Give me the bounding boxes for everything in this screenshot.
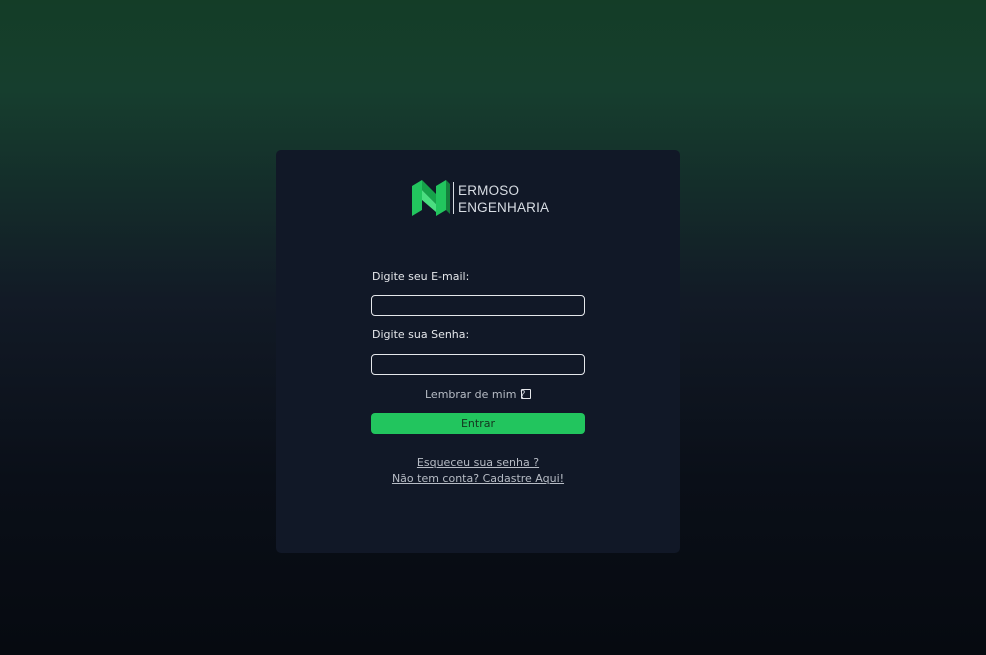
signup-link[interactable]: Não tem conta? Cadastre Aqui! <box>276 472 680 485</box>
logo-line-1: ERMOSO <box>458 183 520 198</box>
logo: ERMOSO ENGENHARIA <box>412 180 552 216</box>
logo-text: ERMOSO ENGENHARIA <box>458 182 549 216</box>
remember-me-label: Lembrar de mim ? <box>425 388 526 401</box>
password-label: Digite sua Senha: <box>372 328 470 341</box>
logo-line-2: ENGENHARIA <box>458 200 550 215</box>
email-label: Digite seu E-mail: <box>372 270 470 283</box>
login-button[interactable]: Entrar <box>371 413 585 434</box>
remember-me-checkbox[interactable] <box>521 389 531 399</box>
logo-divider <box>453 182 454 214</box>
ermoso-logo-icon <box>412 180 450 216</box>
email-field[interactable] <box>371 295 585 316</box>
forgot-password-link[interactable]: Esqueceu sua senha ? <box>276 456 680 469</box>
password-field[interactable] <box>371 354 585 375</box>
login-card: ERMOSO ENGENHARIA Digite seu E-mail: Dig… <box>276 150 680 553</box>
